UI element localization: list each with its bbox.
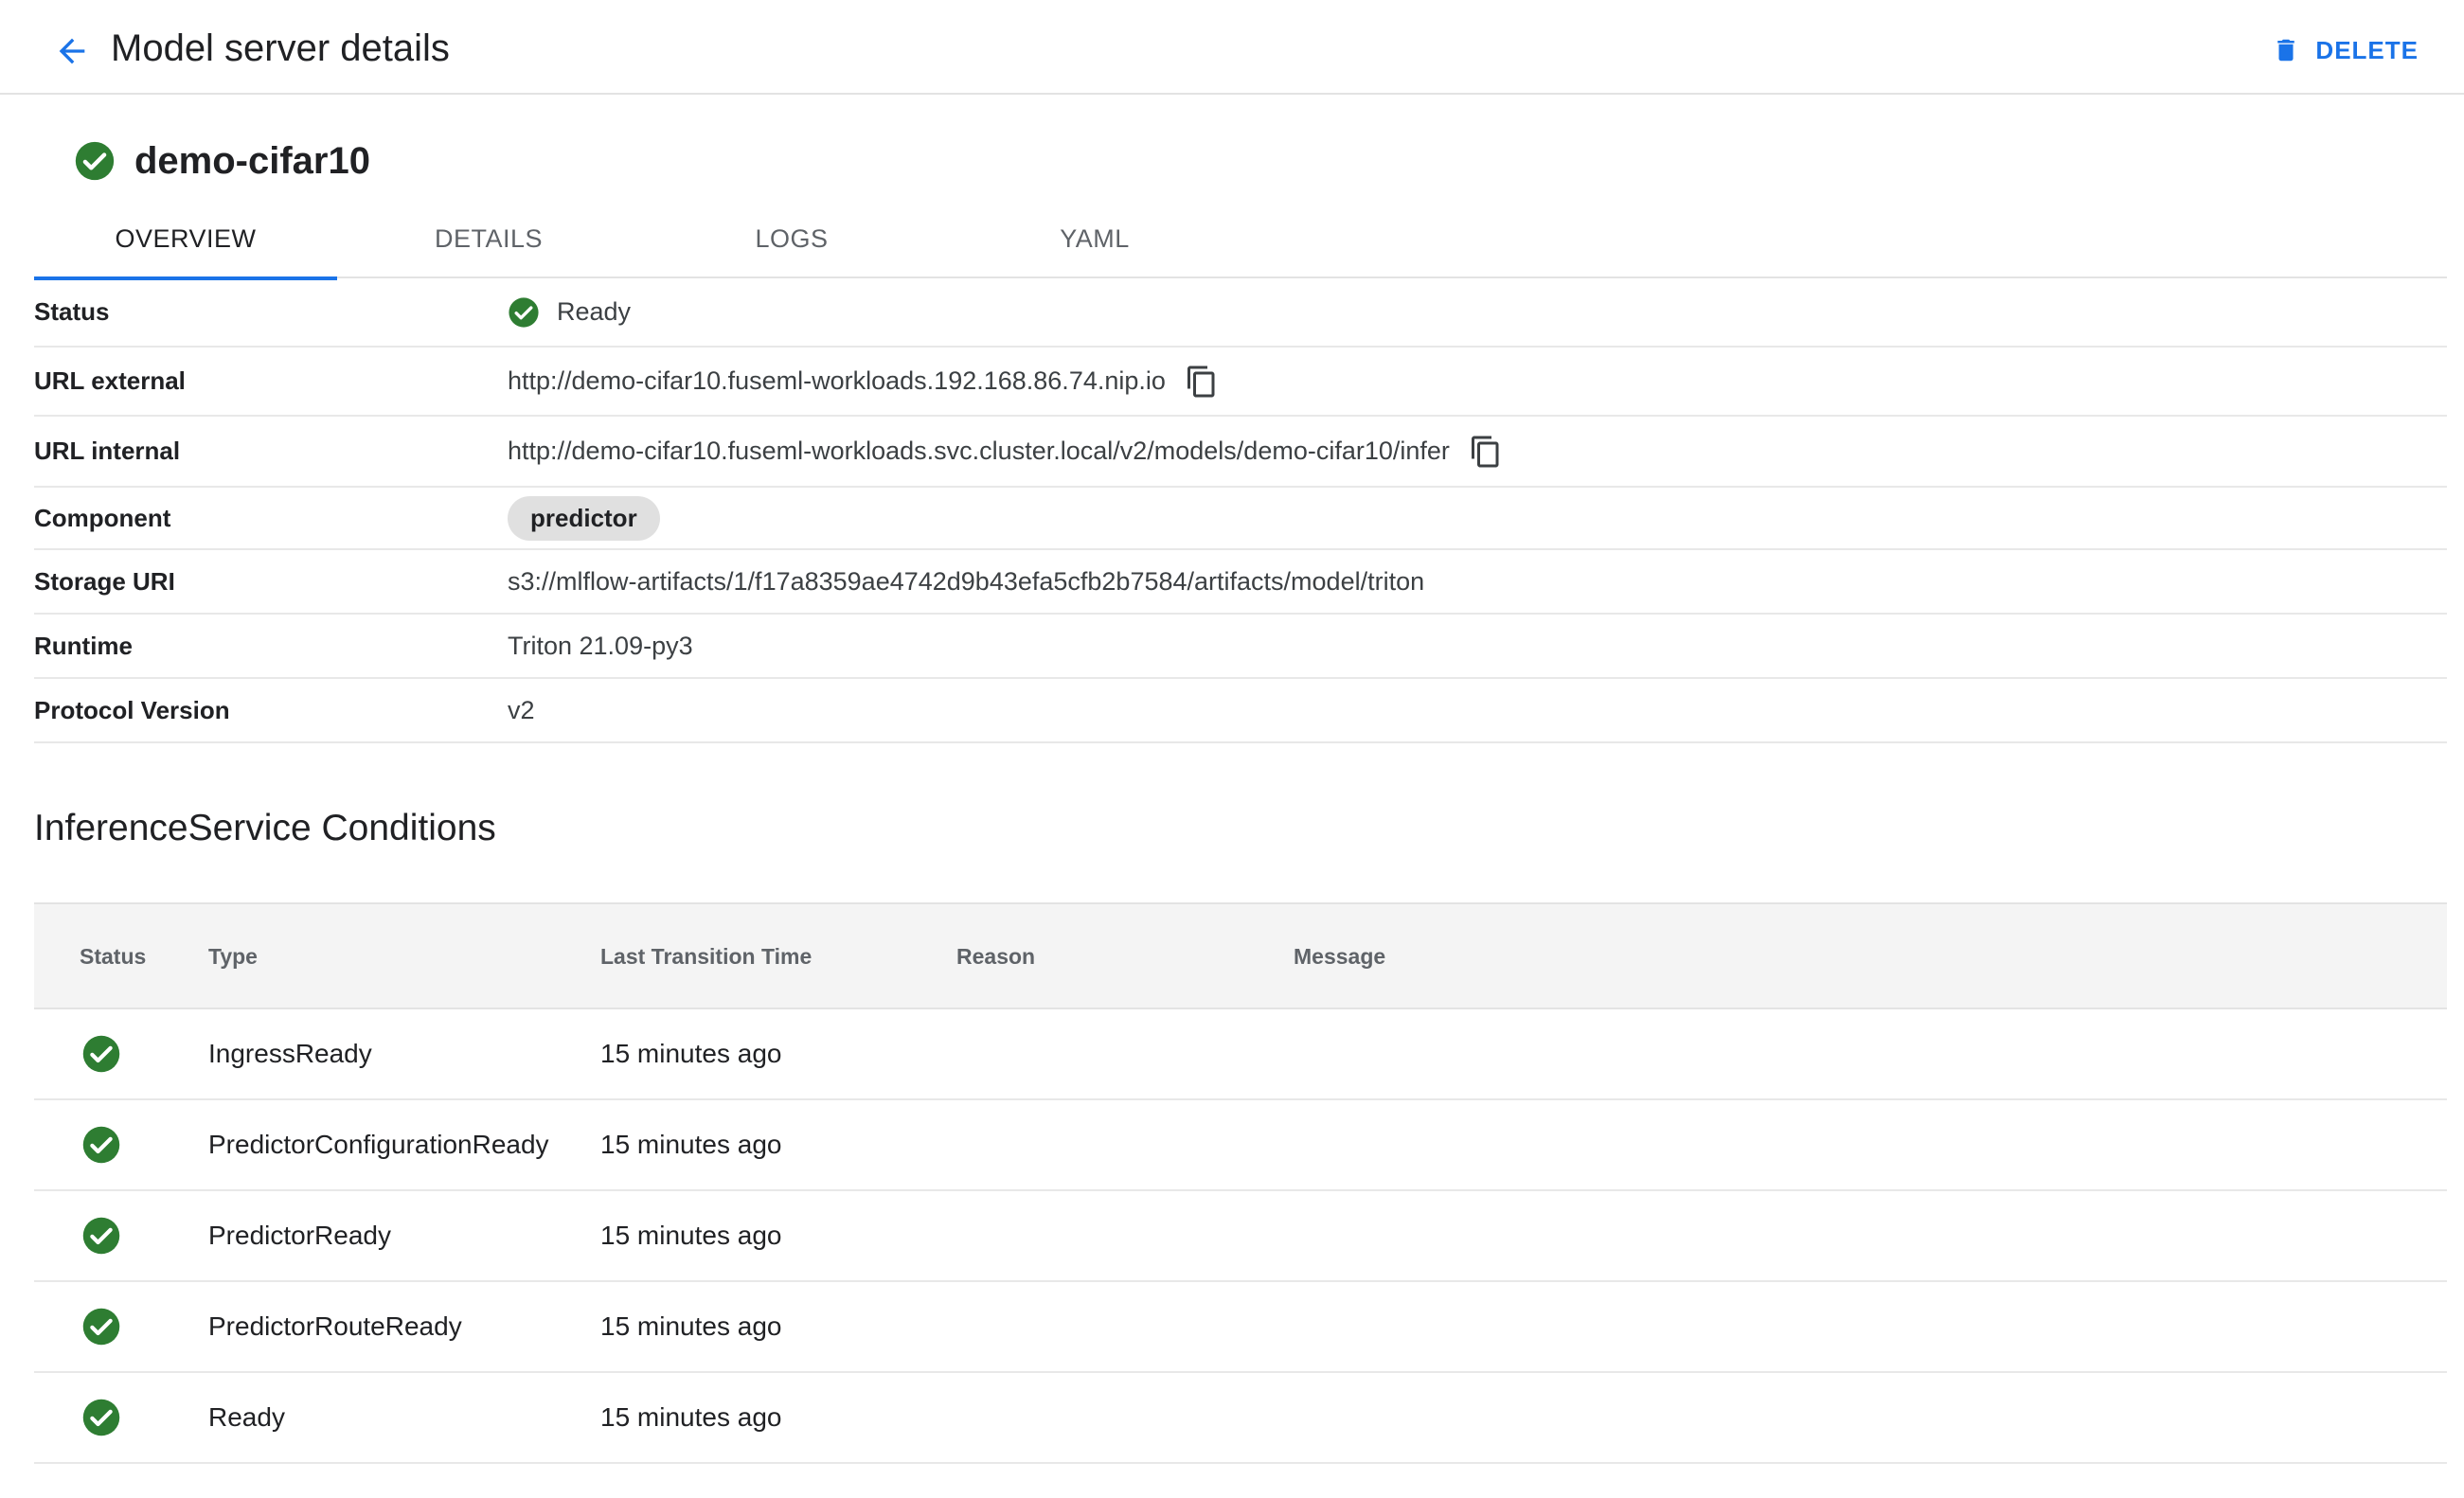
table-row: PredictorConfigurationReady 15 minutes a… xyxy=(34,1100,2447,1191)
check-circle-icon xyxy=(82,1308,120,1346)
component-chip: predictor xyxy=(508,495,660,541)
property-label: Status xyxy=(34,297,110,326)
tab-overview[interactable]: OVERVIEW xyxy=(34,199,337,280)
property-row-protocol-version: Protocol Version v2 xyxy=(34,679,2447,743)
table-header: Status Type Last Transition Time Reason … xyxy=(34,902,2447,1009)
time-cell: 15 minutes ago xyxy=(600,1221,782,1250)
status-cell xyxy=(81,1282,121,1371)
delete-button-label: DELETE xyxy=(2315,35,2419,64)
table-row: PredictorRouteReady 15 minutes ago xyxy=(34,1282,2447,1373)
page-header: Model server details DELETE xyxy=(0,0,2464,95)
property-row-runtime: Runtime Triton 21.09-py3 xyxy=(34,615,2447,679)
resource-heading: demo-cifar10 xyxy=(74,138,370,184)
check-circle-icon xyxy=(82,1035,120,1073)
page-title: Model server details xyxy=(111,27,450,69)
arrow-back-icon xyxy=(59,38,85,64)
column-header-type[interactable]: Type xyxy=(208,904,258,1009)
check-circle-icon xyxy=(82,1217,120,1255)
status-cell xyxy=(81,1191,121,1280)
property-value: Ready xyxy=(508,296,631,329)
property-row-component: Component predictor xyxy=(34,488,2447,550)
property-value: http://demo-cifar10.fuseml-workloads.192… xyxy=(508,361,1221,402)
property-label: Component xyxy=(34,503,171,532)
url-external-link[interactable]: http://demo-cifar10.fuseml-workloads.192… xyxy=(508,366,1166,396)
type-cell: PredictorReady xyxy=(208,1221,391,1250)
property-row-url-internal: URL internal http://demo-cifar10.fuseml-… xyxy=(34,417,2447,488)
copy-icon xyxy=(1471,436,1499,467)
status-cell xyxy=(81,1009,121,1098)
tab-label: LOGS xyxy=(755,223,829,253)
column-header-time[interactable]: Last Transition Time xyxy=(600,904,812,1009)
property-label: URL internal xyxy=(34,437,181,465)
status-cell xyxy=(81,1100,121,1189)
property-value: s3://mlflow-artifacts/1/f17a8359ae4742d9… xyxy=(508,566,1425,596)
table-row: IngressReady 15 minutes ago xyxy=(34,1009,2447,1100)
trash-icon xyxy=(2277,39,2295,62)
check-circle-icon xyxy=(75,141,115,181)
column-header-message[interactable]: Message xyxy=(1294,904,1385,1009)
property-row-status: Status Ready xyxy=(34,278,2447,348)
property-label: URL external xyxy=(34,366,186,395)
status-cell xyxy=(81,1373,121,1462)
property-label: Runtime xyxy=(34,631,133,660)
resource-name: demo-cifar10 xyxy=(134,140,370,182)
column-header-reason[interactable]: Reason xyxy=(956,904,1035,1009)
status-text: Ready xyxy=(557,297,632,326)
conditions-table: Status Type Last Transition Time Reason … xyxy=(34,902,2447,1464)
property-value: v2 xyxy=(508,695,535,724)
tab-yaml[interactable]: YAML xyxy=(943,199,1246,278)
table-row: PredictorReady 15 minutes ago xyxy=(34,1191,2447,1282)
type-cell: Ready xyxy=(208,1402,285,1432)
copy-icon xyxy=(1187,366,1215,397)
tab-details[interactable]: DETAILS xyxy=(337,199,640,278)
property-value: http://demo-cifar10.fuseml-workloads.svc… xyxy=(508,431,1505,473)
delete-button[interactable]: DELETE xyxy=(2272,28,2419,72)
time-cell: 15 minutes ago xyxy=(600,1402,782,1432)
property-label: Storage URI xyxy=(34,566,175,596)
copy-url-internal-button[interactable] xyxy=(1467,431,1505,473)
model-server-details-page: Model server details DELETE demo-cifar10… xyxy=(0,0,2464,1498)
tab-label: YAML xyxy=(1060,223,1130,253)
url-internal-link[interactable]: http://demo-cifar10.fuseml-workloads.svc… xyxy=(508,437,1450,466)
tab-label: DETAILS xyxy=(434,223,544,253)
conditions-section-title: InferenceService Conditions xyxy=(34,808,496,848)
copy-url-external-button[interactable] xyxy=(1183,361,1221,402)
back-button[interactable] xyxy=(49,28,95,74)
time-cell: 15 minutes ago xyxy=(600,1039,782,1068)
check-circle-icon xyxy=(82,1126,120,1164)
property-row-storage-uri: Storage URI s3://mlflow-artifacts/1/f17a… xyxy=(34,550,2447,615)
overview-properties: Status Ready URL external http://demo-ci… xyxy=(34,278,2447,743)
table-row: Ready 15 minutes ago xyxy=(34,1373,2447,1464)
tab-bar: OVERVIEW DETAILS LOGS YAML xyxy=(34,199,2447,280)
property-row-url-external: URL external http://demo-cifar10.fuseml-… xyxy=(34,348,2447,417)
type-cell: PredictorRouteReady xyxy=(208,1311,462,1341)
check-circle-icon xyxy=(82,1399,120,1436)
property-label: Protocol Version xyxy=(34,695,230,724)
type-cell: IngressReady xyxy=(208,1039,372,1068)
column-header-status[interactable]: Status xyxy=(80,904,146,1009)
time-cell: 15 minutes ago xyxy=(600,1311,782,1341)
time-cell: 15 minutes ago xyxy=(600,1130,782,1159)
property-value: Triton 21.09-py3 xyxy=(508,631,693,660)
check-circle-icon xyxy=(509,296,539,328)
tab-label: OVERVIEW xyxy=(115,223,257,253)
property-value: predictor xyxy=(508,495,660,541)
type-cell: PredictorConfigurationReady xyxy=(208,1130,549,1159)
tab-logs[interactable]: LOGS xyxy=(640,199,943,278)
